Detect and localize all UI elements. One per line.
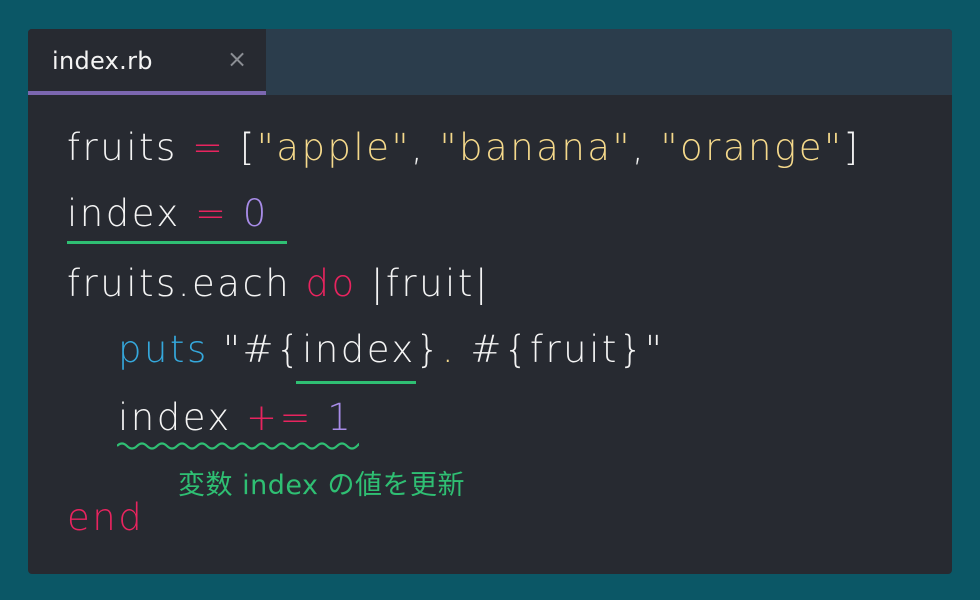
editor-window: index.rb × fruits = ["apple", "banana", … — [28, 29, 952, 574]
wavy-underline — [117, 442, 359, 450]
function-name: puts — [118, 328, 209, 371]
comma: , — [631, 126, 647, 169]
number-literal: 1 — [327, 396, 354, 439]
identifier: index — [67, 192, 181, 235]
code-line-3: fruits.each do |fruit| — [67, 261, 490, 307]
block-param: |fruit| — [370, 262, 490, 305]
code-line-2: index = 0 — [67, 191, 269, 237]
string-rest: #{fruit}" — [470, 328, 665, 371]
tab-bar: index.rb × — [28, 29, 952, 95]
highlight-underline — [296, 381, 416, 384]
code-line-1: fruits = ["apple", "banana", "orange"] — [67, 125, 860, 171]
string-dot: . — [441, 328, 457, 371]
annotation-note: 変数 index の値を更新 — [178, 470, 466, 501]
tab-label: index.rb — [52, 47, 153, 75]
code-line-4: puts "#{index}. #{fruit}" — [118, 327, 664, 373]
interpolated-identifier: index — [302, 328, 416, 371]
keyword: do — [305, 262, 357, 305]
identifier: fruits.each — [67, 262, 292, 305]
code-line-5: index += 1 — [118, 395, 353, 441]
string-literal: "banana" — [439, 126, 632, 169]
code-line-6: end — [67, 495, 144, 541]
identifier: index — [118, 396, 232, 439]
comma: , — [410, 126, 426, 169]
string-literal: "apple" — [256, 126, 411, 169]
number-literal: 0 — [242, 192, 269, 235]
bracket: [ — [239, 126, 257, 169]
operator: = — [195, 192, 229, 235]
bracket: ] — [843, 126, 861, 169]
tab-index-rb[interactable]: index.rb × — [28, 29, 266, 95]
interp-close: } — [415, 328, 442, 371]
string-literal: "orange" — [660, 126, 844, 169]
operator: = — [192, 126, 226, 169]
highlight-underline — [67, 241, 287, 244]
keyword: end — [67, 496, 145, 539]
close-icon[interactable]: × — [227, 43, 247, 75]
identifier: fruits — [67, 126, 178, 169]
string-open: "#{ — [223, 328, 303, 371]
operator: += — [246, 396, 314, 439]
